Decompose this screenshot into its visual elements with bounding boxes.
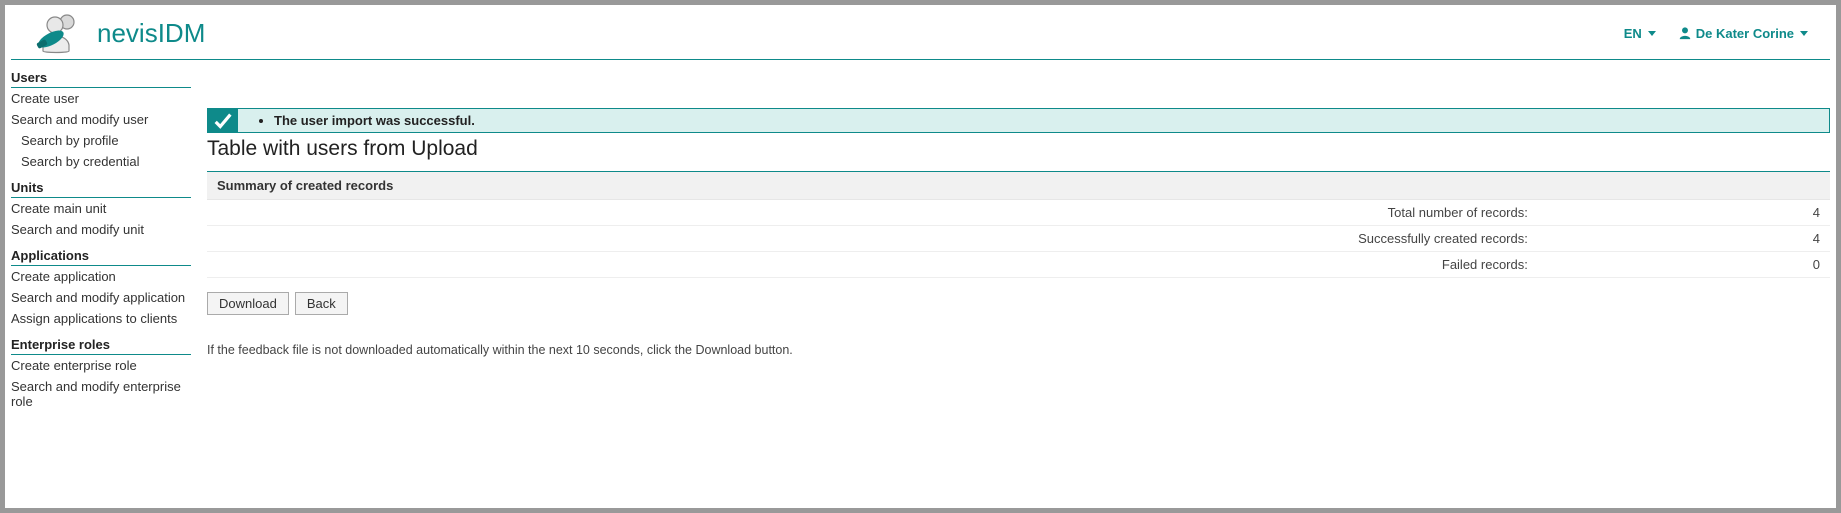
back-button[interactable]: Back	[295, 292, 348, 315]
button-row: Download Back	[207, 292, 1830, 315]
body: Users Create user Search and modify user…	[5, 60, 1836, 418]
download-button[interactable]: Download	[207, 292, 289, 315]
brand-title: nevisIDM	[97, 18, 205, 49]
sidebar-item-create-enterprise-role[interactable]: Create enterprise role	[11, 355, 191, 376]
brand: nevisIDM	[33, 11, 205, 55]
language-label: EN	[1624, 26, 1642, 41]
sidebar-section-title: Units	[11, 178, 191, 198]
summary-value: 4	[1538, 200, 1830, 226]
language-selector[interactable]: EN	[1624, 26, 1656, 41]
user-icon	[1678, 26, 1692, 40]
user-name: De Kater Corine	[1696, 26, 1794, 41]
sidebar-section-units: Units Create main unit Search and modify…	[11, 178, 191, 240]
sidebar-section-enterprise-roles: Enterprise roles Create enterprise role …	[11, 335, 191, 412]
caret-down-icon	[1800, 31, 1808, 36]
user-menu[interactable]: De Kater Corine	[1678, 26, 1808, 41]
table-row: Total number of records: 4	[207, 200, 1830, 226]
summary-value: 0	[1538, 252, 1830, 278]
sidebar-item-search-modify-user[interactable]: Search and modify user	[11, 109, 191, 130]
hint-text: If the feedback file is not downloaded a…	[207, 343, 1830, 357]
sidebar-section-users: Users Create user Search and modify user…	[11, 68, 191, 172]
sidebar-item-create-main-unit[interactable]: Create main unit	[11, 198, 191, 219]
summary-heading: Summary of created records	[207, 172, 1830, 200]
sidebar-item-search-modify-application[interactable]: Search and modify application	[11, 287, 191, 308]
sidebar-section-applications: Applications Create application Search a…	[11, 246, 191, 329]
sidebar-item-search-modify-enterprise-role[interactable]: Search and modify enterprise role	[11, 376, 191, 412]
table-row: Successfully created records: 4	[207, 226, 1830, 252]
summary-value: 4	[1538, 226, 1830, 252]
summary-label: Successfully created records:	[207, 226, 1538, 252]
sidebar-section-title: Users	[11, 68, 191, 88]
page-title: Table with users from Upload	[207, 137, 1830, 161]
sidebar-item-search-by-credential[interactable]: Search by credential	[11, 151, 191, 172]
check-icon	[208, 109, 238, 132]
sidebar-item-search-by-profile[interactable]: Search by profile	[11, 130, 191, 151]
header: nevisIDM EN De Kater Corine	[5, 5, 1836, 57]
sidebar-item-create-application[interactable]: Create application	[11, 266, 191, 287]
sidebar-item-assign-applications[interactable]: Assign applications to clients	[11, 308, 191, 329]
sidebar: Users Create user Search and modify user…	[11, 68, 191, 418]
summary-label: Failed records:	[207, 252, 1538, 278]
header-right: EN De Kater Corine	[1624, 26, 1808, 41]
table-row: Failed records: 0	[207, 252, 1830, 278]
sidebar-section-title: Applications	[11, 246, 191, 266]
summary-label: Total number of records:	[207, 200, 1538, 226]
caret-down-icon	[1648, 31, 1656, 36]
alert-body: The user import was successful.	[238, 109, 1829, 132]
sidebar-item-search-modify-unit[interactable]: Search and modify unit	[11, 219, 191, 240]
brand-logo-icon	[33, 11, 85, 55]
sidebar-section-title: Enterprise roles	[11, 335, 191, 355]
alert-message: The user import was successful.	[274, 113, 1811, 128]
app-frame: nevisIDM EN De Kater Corine Users Cr	[5, 5, 1836, 508]
summary-table: Total number of records: 4 Successfully …	[207, 200, 1830, 278]
sidebar-item-create-user[interactable]: Create user	[11, 88, 191, 109]
main-content: The user import was successful. Table wi…	[191, 68, 1830, 418]
success-alert: The user import was successful.	[207, 108, 1830, 133]
